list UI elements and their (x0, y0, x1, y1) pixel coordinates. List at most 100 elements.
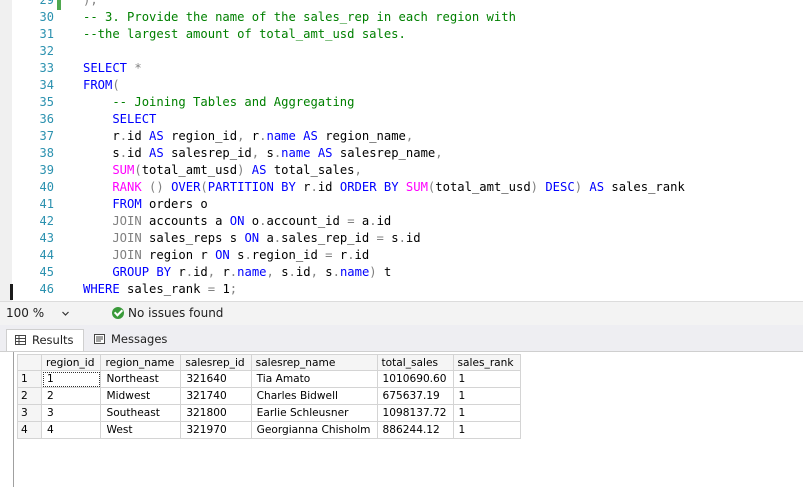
status-bar: 100 % No issues found (0, 301, 803, 325)
chevron-down-icon[interactable] (62, 310, 69, 317)
code-text: JOIN accounts a ON o.account_id = a.id (83, 213, 391, 230)
code-token: , (435, 146, 443, 160)
code-token: . (369, 214, 377, 228)
code-line[interactable]: 42 JOIN accounts a ON o.account_id = a.i… (0, 213, 803, 230)
code-line[interactable]: 40 RANK () OVER(PARTITION BY r.id ORDER … (0, 179, 803, 196)
grid-cell[interactable]: Northeast (100, 370, 182, 388)
grid-cell[interactable]: 1010690.60 (376, 370, 454, 388)
row-number[interactable]: 3 (17, 404, 42, 422)
grid-cell[interactable]: Earlie Schleusner (250, 404, 378, 422)
code-token: sales_rep_id (281, 231, 377, 245)
grid-icon (15, 335, 26, 345)
column-header[interactable]: total_sales (376, 354, 454, 371)
code-line[interactable]: 43 JOIN sales_reps s ON a. sales_rep_id =… (0, 230, 803, 247)
code-token: sales_reps s (149, 231, 245, 245)
grid-cell[interactable]: Georgianna Chisholm (250, 421, 378, 439)
messages-icon (94, 334, 105, 344)
code-text: GROUP BY r.id, r.name, s.id, s.name) t (83, 264, 391, 281)
table-row[interactable]: 1 1 Northeast 321640 Tia Amato 1010690.60 1 (17, 370, 521, 388)
line-number: 29 (39, 0, 54, 7)
code-text: SELECT (83, 111, 156, 128)
code-token: PARTITION BY (207, 180, 304, 194)
code-token: id (295, 265, 311, 279)
table-row[interactable]: 3 3 Southeast 321800 Earlie Schleusner 109813… (17, 404, 521, 422)
grid-cell[interactable]: 3 (40, 404, 102, 422)
column-header[interactable]: salesrep_name (250, 354, 378, 371)
code-token: SUM (83, 163, 135, 177)
grid-cell[interactable]: 4 (40, 421, 102, 439)
tab-results[interactable]: Results (6, 329, 84, 351)
grid-cell[interactable]: 321800 (180, 404, 252, 422)
code-line[interactable]: 32 (0, 43, 803, 60)
grid-cell[interactable]: 321740 (180, 387, 252, 405)
code-token: ) (574, 180, 590, 194)
code-token: AS (589, 180, 612, 194)
grid-cell[interactable]: 321640 (180, 370, 252, 388)
grid-corner[interactable] (17, 354, 42, 371)
grid-cell[interactable]: 1 (452, 387, 521, 405)
code-line[interactable]: 38 s.id AS salesrep_id, s.name AS salesr… (0, 145, 803, 162)
code-line[interactable]: 46 WHERE sales_rank = 1; (0, 281, 803, 298)
grid-cell[interactable]: 1098137.72 (376, 404, 454, 422)
column-header[interactable]: sales_rank (452, 354, 521, 371)
code-token: t (383, 265, 392, 279)
tab-messages[interactable]: Messages (86, 329, 167, 350)
code-token: JOIN (83, 231, 150, 245)
code-line[interactable]: 33 SELECT * (0, 60, 803, 77)
column-header[interactable]: region_name (100, 354, 182, 371)
code-line[interactable]: 39 SUM(total_amt_usd) AS total_sales, (0, 162, 803, 179)
grid-cell[interactable]: Southeast (100, 404, 182, 422)
grid-cell[interactable]: 1 (40, 370, 102, 388)
code-token: ORDER BY (339, 180, 406, 194)
code-text: r.id AS region_id, r.name AS region_name… (83, 128, 413, 145)
code-token: , (266, 265, 282, 279)
column-header[interactable]: region_id (40, 354, 102, 371)
code-line[interactable]: 36 SELECT (0, 111, 803, 128)
grid-cell[interactable]: Midwest (100, 387, 182, 405)
grid-cell[interactable]: 675637.19 (376, 387, 454, 405)
row-number[interactable]: 4 (17, 421, 42, 439)
grid-cell[interactable]: 1 (452, 404, 521, 422)
code-line[interactable]: 29); (0, 0, 803, 9)
row-number[interactable]: 2 (17, 387, 42, 405)
table-row[interactable]: 2 2 Midwest 321740 Charles Bidwell 675637.19 1 (17, 387, 521, 405)
grid-cell[interactable]: West (100, 421, 182, 439)
line-number: 30 (39, 10, 54, 24)
line-number: 40 (39, 180, 54, 194)
code-token: r (222, 265, 230, 279)
code-line[interactable]: 30 -- 3. Provide the name of the sales_re… (0, 9, 803, 26)
code-token: s (391, 231, 399, 245)
table-row[interactable]: 4 4 West 321970 Georgianna Chisholm 886244.12… (17, 421, 521, 439)
code-line[interactable]: 37 r.id AS region_id, r.name AS region_n… (0, 128, 803, 145)
code-token: , (354, 163, 362, 177)
code-token: , (207, 265, 223, 279)
row-number[interactable]: 1 (17, 370, 42, 388)
code-token: name (237, 265, 267, 279)
results-grid[interactable]: region_id region_name salesrep_id salesrep_… (17, 354, 521, 439)
code-token: * (134, 61, 142, 75)
grid-cell[interactable]: Charles Bidwell (250, 387, 378, 405)
grid-cell[interactable]: Tia Amato (250, 370, 378, 388)
zoom-level[interactable]: 100 % (6, 306, 44, 320)
grid-cell[interactable]: 2 (40, 387, 102, 405)
grid-cell[interactable]: 321970 (180, 421, 252, 439)
query-editor[interactable]: 29); 30 -- 3. Provide the name of the sale… (0, 0, 803, 301)
code-line[interactable]: 31 --the largest amount of total_amt_usd … (0, 26, 803, 43)
code-token: . (119, 129, 128, 143)
code-token: . (398, 231, 406, 245)
code-token: WHERE (83, 282, 128, 296)
column-header[interactable]: salesrep_id (180, 354, 252, 371)
code-token: total_sales (273, 163, 355, 177)
code-line[interactable]: 34 FROM( (0, 77, 803, 94)
code-line[interactable]: 41 FROM orders o (0, 196, 803, 213)
grid-cell[interactable]: 1 (452, 370, 521, 388)
code-line[interactable]: 35 -- Joining Tables and Aggregating (0, 94, 803, 111)
code-token: , (237, 129, 252, 143)
code-line[interactable]: 45 GROUP BY r.id, r.name, s.id, s.name) … (0, 264, 803, 281)
code-token: ON (215, 248, 238, 262)
code-token: salesrep_id (171, 146, 252, 160)
grid-cell[interactable]: 1 (452, 421, 521, 439)
grid-cell[interactable]: 886244.12 (376, 421, 454, 439)
code-line[interactable]: 44 JOIN region r ON s.region_id = r.id (0, 247, 803, 264)
line-number: 44 (39, 248, 54, 262)
